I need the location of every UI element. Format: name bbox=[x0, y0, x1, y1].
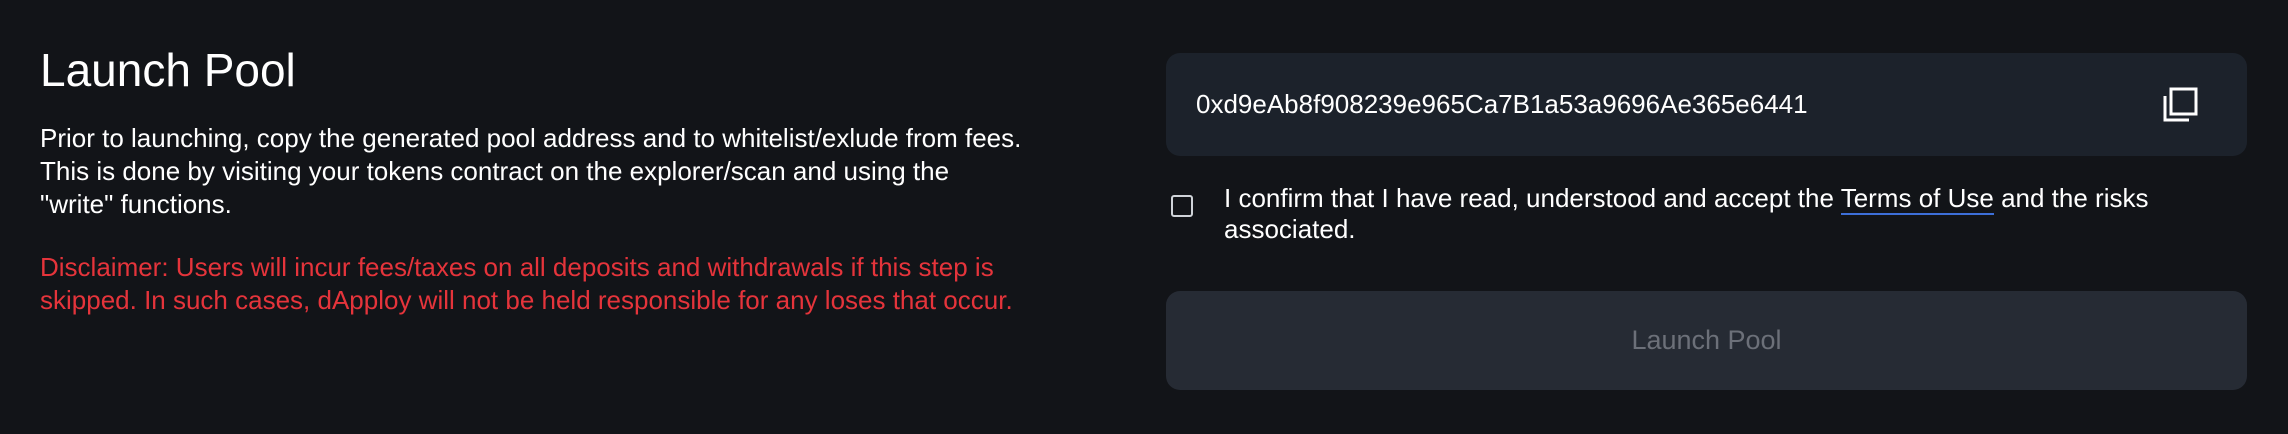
instructions-line: This is done by visiting your tokens con… bbox=[40, 156, 950, 186]
terms-checkbox[interactable] bbox=[1171, 195, 1193, 217]
terms-confirmation-label: I confirm that I have read, understood a… bbox=[1224, 183, 2247, 245]
copy-icon[interactable] bbox=[2160, 85, 2200, 125]
pool-address-box: 0xd9eAb8f908239e965Ca7B1a53a9696Ae365e64… bbox=[1166, 53, 2247, 156]
instructions-line: Prior to launching, copy the generated p… bbox=[40, 123, 1022, 153]
terms-of-use-link[interactable]: Terms of Use bbox=[1840, 183, 1994, 215]
launch-action-section: 0xd9eAb8f908239e965Ca7B1a53a9696Ae365e64… bbox=[1166, 53, 2247, 390]
page-title: Launch Pool bbox=[40, 44, 296, 96]
disclaimer-line: skipped. In such cases, dApploy will not… bbox=[40, 285, 1013, 315]
pool-address-text: 0xd9eAb8f908239e965Ca7B1a53a9696Ae365e64… bbox=[1196, 89, 1808, 119]
launch-info-section: Launch Pool Prior to launching, copy the… bbox=[40, 44, 1140, 317]
terms-confirmation: I confirm that I have read, understood a… bbox=[1166, 183, 2247, 245]
disclaimer-line: Disclaimer: Users will incur fees/taxes … bbox=[40, 252, 994, 282]
disclaimer-text: Disclaimer: Users will incur fees/taxes … bbox=[40, 251, 1140, 317]
terms-text-before: I confirm that I have read, understood a… bbox=[1224, 183, 1841, 213]
launch-pool-button[interactable]: Launch Pool bbox=[1166, 291, 2247, 390]
instructions-line: "write" functions. bbox=[40, 189, 232, 219]
launch-pool-page: Launch Pool Prior to launching, copy the… bbox=[0, 0, 2288, 434]
instructions-text: Prior to launching, copy the generated p… bbox=[40, 122, 1140, 221]
